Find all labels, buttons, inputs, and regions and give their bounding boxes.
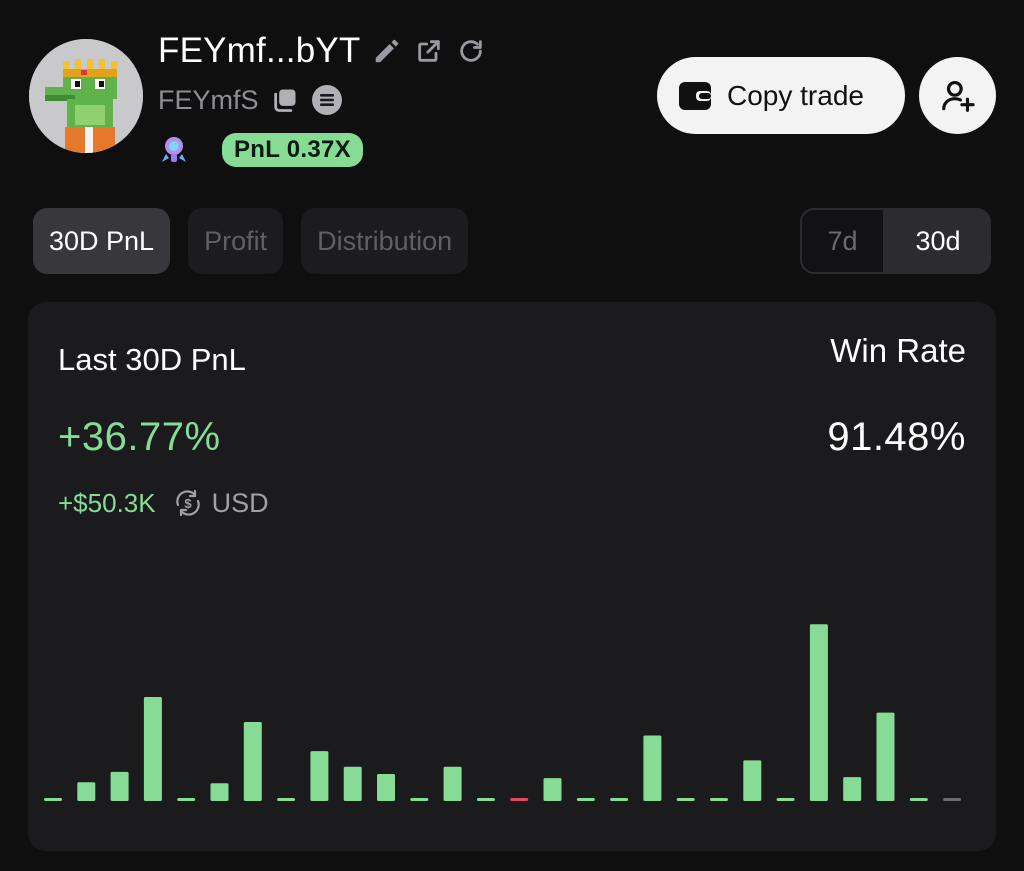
chart-bar[interactable]	[377, 774, 395, 801]
tab-profit[interactable]: Profit	[188, 208, 284, 274]
time-range-toggle: 7d 30d	[800, 208, 991, 274]
chart-bar[interactable]	[410, 798, 429, 801]
tab-distribution[interactable]: Distribution	[301, 208, 469, 274]
chart-bar[interactable]	[576, 798, 595, 801]
badge-row: PnL 0.37X	[156, 131, 363, 169]
chart-bar[interactable]	[610, 798, 629, 801]
copy-trade-button[interactable]: Copy trade	[657, 57, 905, 134]
wallet-subname: FEYmfS	[158, 84, 259, 115]
chart-bar[interactable]	[143, 697, 162, 801]
avatar[interactable]	[29, 39, 143, 153]
daily-pnl-bar-chart	[44, 624, 962, 802]
chart-bar[interactable]	[277, 798, 296, 801]
chart-bar[interactable]	[843, 777, 862, 801]
svg-text:$: $	[184, 496, 192, 511]
solana-icon	[311, 84, 343, 116]
chart-bar[interactable]	[776, 798, 795, 801]
chart-bar[interactable]	[343, 766, 362, 801]
chart-bar[interactable]	[243, 722, 262, 801]
chart-bar[interactable]	[543, 778, 562, 801]
chart-bar[interactable]	[876, 712, 895, 801]
pnl-usd-row: +$50.3K $ USD	[58, 485, 269, 521]
chart-bar[interactable]	[809, 624, 828, 801]
chart-bar[interactable]	[943, 798, 962, 801]
wallet-subname-row: FEYmfS	[158, 80, 343, 120]
chart-bar[interactable]	[676, 798, 695, 801]
rocket-icon	[162, 137, 186, 162]
range-7d[interactable]: 7d	[800, 208, 885, 274]
pnl-usd: +$50.3K	[58, 487, 156, 518]
chart-bar[interactable]	[44, 798, 62, 801]
external-link-icon[interactable]	[413, 35, 445, 67]
chart-bar[interactable]	[443, 766, 462, 801]
add-user-icon	[941, 80, 975, 112]
edit-icon[interactable]	[371, 35, 403, 67]
copy-icon[interactable]	[269, 84, 301, 116]
currency-label: USD	[211, 487, 269, 518]
currency-toggle[interactable]: $ USD	[172, 487, 269, 519]
chart-bar[interactable]	[476, 798, 495, 801]
chart-bar[interactable]	[743, 760, 762, 801]
chart-bar[interactable]	[643, 735, 662, 802]
chart-bar[interactable]	[210, 783, 229, 801]
wallet-icon	[679, 81, 711, 110]
pnl-card: Last 30D PnL Win Rate +36.77% 91.48% +$5…	[28, 302, 996, 851]
win-rate-label: Win Rate	[830, 332, 966, 369]
wallet-title: FEYmf...bYT	[158, 31, 361, 70]
wallet-title-row: FEYmf...bYT	[158, 28, 487, 74]
chart-tabs: 30D PnL Profit Distribution	[33, 208, 469, 274]
chart-bar[interactable]	[77, 782, 96, 801]
follow-button[interactable]	[919, 57, 996, 134]
chart-bar[interactable]	[510, 798, 529, 801]
range-30d[interactable]: 30d	[885, 208, 991, 274]
pnl-period-label: Last 30D PnL	[58, 342, 246, 377]
chart-bar[interactable]	[310, 751, 329, 801]
chart-bar[interactable]	[177, 798, 196, 801]
wallet-profile-page: FEYmf...bYT FEYmfS PnL 0.37X Copy trade …	[0, 0, 1024, 871]
chart-bar[interactable]	[110, 771, 129, 801]
tab-30d-pnl[interactable]: 30D PnL	[33, 208, 171, 274]
pnl-multiplier-badge: PnL 0.37X	[222, 133, 363, 167]
pnl-percent: +36.77%	[58, 415, 221, 459]
chart-bar[interactable]	[909, 798, 928, 801]
frog-avatar-icon	[29, 39, 143, 153]
refresh-icon[interactable]	[455, 35, 487, 67]
win-rate-value: 91.48%	[827, 415, 966, 459]
currency-swap-icon: $	[175, 489, 200, 517]
copy-trade-label: Copy trade	[727, 79, 864, 111]
chart-bar[interactable]	[710, 798, 728, 801]
